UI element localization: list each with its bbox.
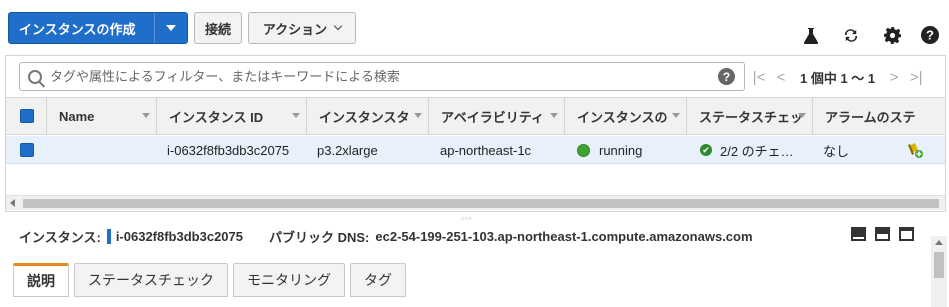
column-header-alarm-status[interactable]: アラームのステ <box>813 98 945 134</box>
column-header-name[interactable]: Name <box>47 98 157 134</box>
refresh-icon[interactable] <box>842 26 860 44</box>
column-label: インスタンスタ <box>319 109 410 125</box>
search-bar[interactable]: ? <box>19 62 745 91</box>
last-page-icon[interactable]: >| <box>905 69 927 86</box>
cell-availability-zone: ap-northeast-1c <box>440 142 532 158</box>
column-header-status-checks[interactable]: ステータスチェッ <box>687 98 813 134</box>
layout-min-icon[interactable] <box>899 227 914 241</box>
select-all-cell[interactable] <box>6 98 47 134</box>
sort-icon <box>550 113 558 118</box>
actions-label: アクション <box>262 21 328 37</box>
cell-instance-state: running <box>577 136 642 164</box>
horizontal-scrollbar[interactable] <box>6 195 945 210</box>
actions-button[interactable]: アクション <box>248 12 356 44</box>
instance-summary: インスタンス: i-0632f8fb3db3c2075 パブリック DNS: e… <box>19 227 753 246</box>
tab-description[interactable]: 説明 <box>13 263 69 297</box>
connect-label: 接続 <box>204 21 231 37</box>
column-label: ステータスチェッ <box>699 109 804 125</box>
column-header-instance-id[interactable]: インスタンス ID <box>157 98 307 134</box>
scroll-left-icon[interactable] <box>10 199 15 207</box>
prev-page-icon[interactable]: < <box>770 69 792 86</box>
add-alarm-icon[interactable] <box>907 136 924 164</box>
tab-status-checks[interactable]: ステータスチェック <box>74 263 228 297</box>
panel-layout-controls <box>851 227 914 241</box>
dns-label: パブリック DNS: <box>269 230 370 245</box>
search-icon <box>28 69 42 84</box>
scrollbar-thumb[interactable] <box>23 199 939 208</box>
running-status-icon <box>577 143 590 157</box>
sort-icon <box>414 113 422 118</box>
column-label: アベイラビリティ <box>441 109 544 125</box>
help-icon[interactable]: ? <box>921 26 939 44</box>
column-label: Name <box>59 108 95 124</box>
page-count: 1 個中 1 ～ 1 <box>800 70 876 86</box>
vertical-scrollbar[interactable] <box>931 236 947 307</box>
cell-status-checks: ✔ 2/2 のチェ… <box>700 136 794 164</box>
launch-instance-label: インスタンスの作成 <box>19 21 136 37</box>
pagination: |< < 1 個中 1 ～ 1 > >| <box>748 66 927 88</box>
ec2-console: インスタンスの作成 接続 アクション ? ? |< < 1 個中 1 ～ 1 > <box>0 0 949 307</box>
column-label: インスタンスの <box>577 109 668 125</box>
launch-instance-button[interactable]: インスタンスの作成 <box>8 12 188 44</box>
sort-icon <box>292 113 300 118</box>
layout-max-icon[interactable] <box>851 227 866 241</box>
next-page-icon[interactable]: > <box>883 69 905 86</box>
state-text: running <box>599 142 643 158</box>
search-help-icon[interactable]: ? <box>718 68 735 85</box>
column-header-instance-type[interactable]: インスタンスタ <box>307 98 429 134</box>
svg-text:?: ? <box>926 28 934 43</box>
dns-value: ec2-54-199-251-103.ap-northeast-1.comput… <box>375 229 753 244</box>
column-label: アラームのステ <box>825 109 916 125</box>
cell-instance-id: i-0632f8fb3db3c2075 <box>167 142 290 158</box>
tab-monitoring[interactable]: モニタリング <box>233 263 345 297</box>
flask-icon[interactable] <box>802 26 820 44</box>
cell-alarm-status: なし <box>823 143 850 159</box>
sort-icon <box>142 113 150 118</box>
launch-dropdown-toggle[interactable] <box>154 13 187 43</box>
scrollbar-thumb[interactable] <box>934 252 944 278</box>
layout-mid-icon[interactable] <box>875 227 890 241</box>
tab-tags[interactable]: タグ <box>350 263 406 297</box>
table-row[interactable]: i-0632f8fb3db3c2075 p3.2xlarge ap-northe… <box>6 136 945 164</box>
column-label: インスタンス ID <box>169 109 264 125</box>
sort-icon <box>798 113 806 118</box>
search-input[interactable] <box>50 69 690 84</box>
instances-grid: ? |< < 1 個中 1 ～ 1 > >| Name インスタンス ID イン… <box>5 55 946 212</box>
chevron-down-icon <box>333 21 343 31</box>
status-checks-text: 2/2 のチェ… <box>720 143 794 159</box>
scroll-up-icon[interactable] <box>935 240 943 245</box>
caret-down-icon <box>166 25 176 31</box>
connect-button[interactable]: 接続 <box>194 12 242 44</box>
table-header: Name インスタンス ID インスタンスタ アベイラビリティ インスタンスの … <box>6 97 945 135</box>
cell-instance-type: p3.2xlarge <box>317 142 378 158</box>
row-checkbox[interactable] <box>20 143 34 157</box>
row-select-cell[interactable] <box>20 136 34 164</box>
instance-id-value: i-0632f8fb3db3c2075 <box>106 229 243 244</box>
column-header-instance-state[interactable]: インスタンスの <box>565 98 687 134</box>
first-page-icon[interactable]: |< <box>748 69 770 86</box>
gear-icon[interactable] <box>883 26 901 44</box>
instance-label: インスタンス: <box>19 230 101 245</box>
sort-icon <box>672 113 680 118</box>
select-all-checkbox[interactable] <box>20 109 34 123</box>
check-circle-icon: ✔ <box>700 144 712 156</box>
detail-tabs: 説明 ステータスチェック モニタリング タグ <box>13 263 406 297</box>
detail-panel: インスタンス: i-0632f8fb3db3c2075 パブリック DNS: e… <box>0 219 949 307</box>
column-header-availability-zone[interactable]: アベイラビリティ <box>429 98 565 134</box>
